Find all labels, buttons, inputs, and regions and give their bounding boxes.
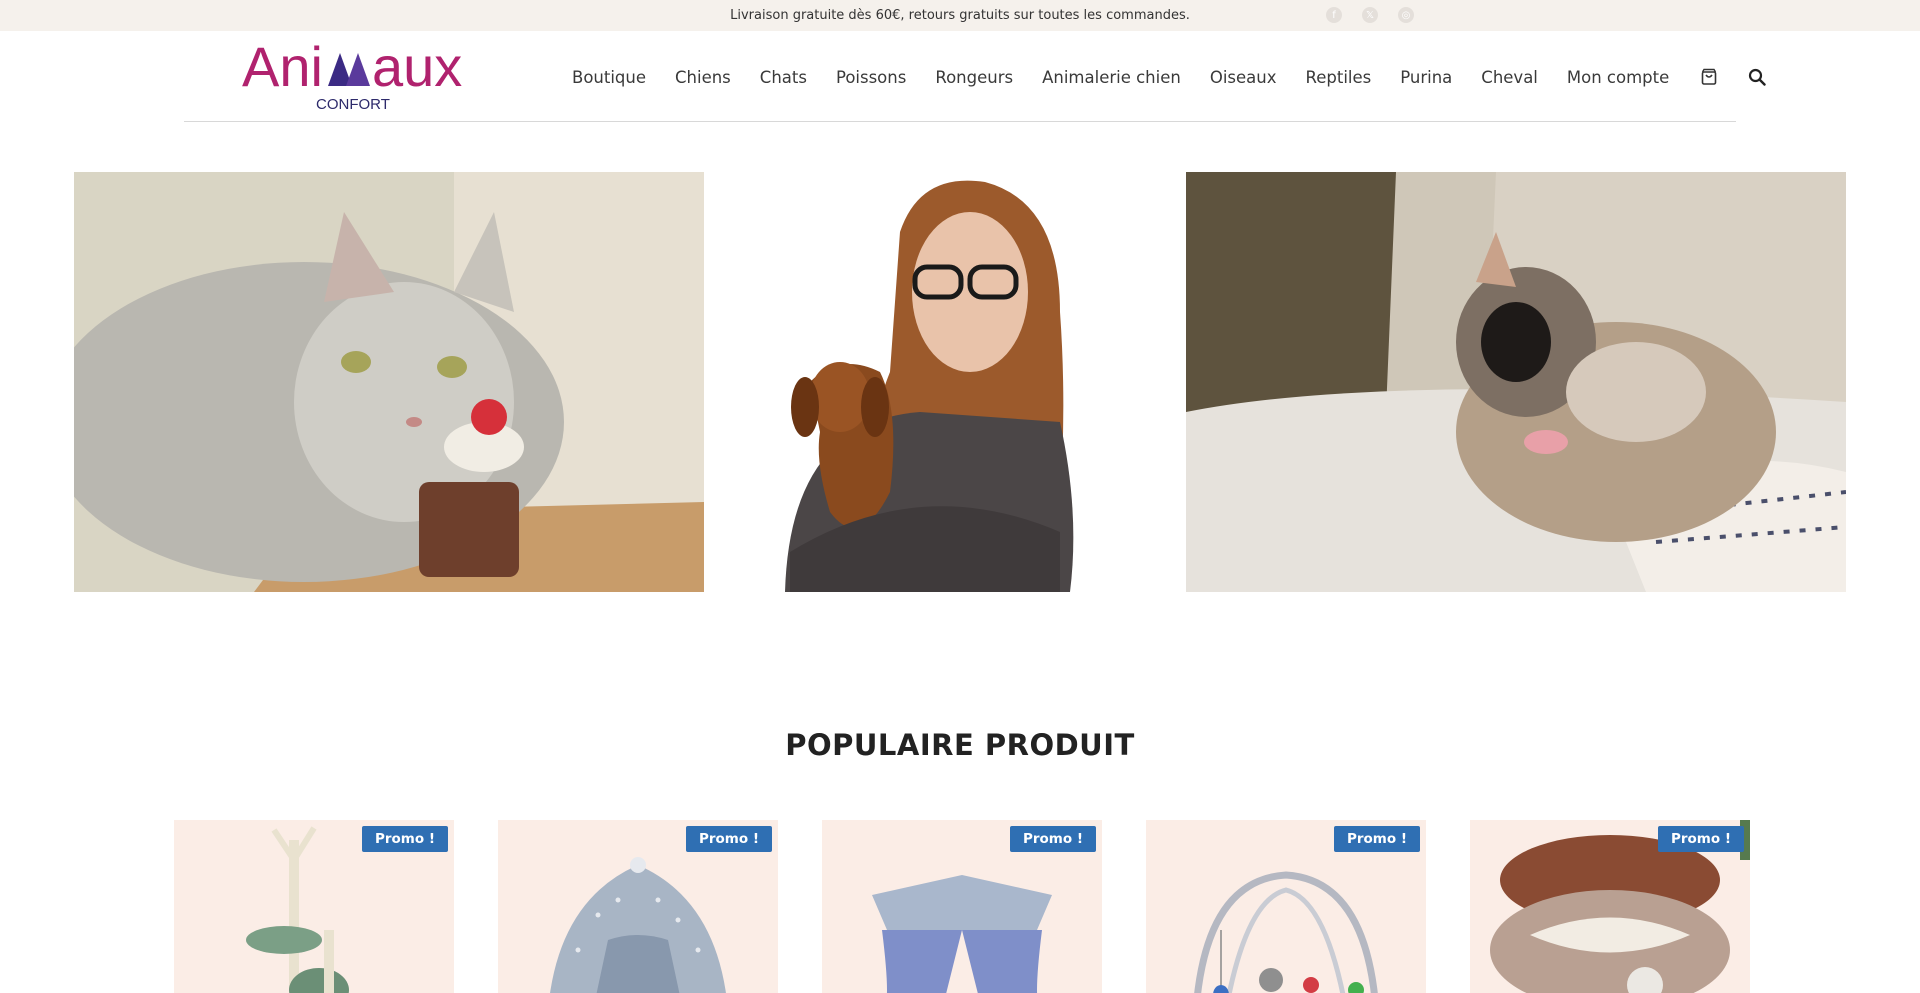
- svg-text:aux: aux: [372, 41, 462, 98]
- section-title: POPULAIRE PRODUIT: [785, 728, 1135, 762]
- nav-item-chiens[interactable]: Chiens: [675, 68, 731, 87]
- nav-item-mon-compte[interactable]: Mon compte: [1567, 68, 1669, 87]
- nav-item-rongeurs[interactable]: Rongeurs: [935, 68, 1013, 87]
- puppy-on-couch-image: [1186, 172, 1846, 592]
- nav-item-animalerie-chien[interactable]: Animalerie chien: [1042, 68, 1181, 87]
- cat-with-cake-image: [74, 172, 704, 592]
- product-card[interactable]: Promo !: [1470, 820, 1750, 993]
- promo-badge: Promo !: [1333, 826, 1420, 852]
- shopping-bag-icon[interactable]: [1698, 66, 1720, 88]
- nav-item-oiseaux[interactable]: Oiseaux: [1210, 68, 1277, 87]
- svg-text:Ani: Ani: [242, 41, 323, 98]
- product-card[interactable]: Promo !: [174, 820, 454, 993]
- promo-badge: Promo !: [1009, 826, 1096, 852]
- product-card[interactable]: Promo !: [498, 820, 778, 993]
- product-card[interactable]: Promo !: [1146, 820, 1426, 993]
- nav-item-purina[interactable]: Purina: [1400, 68, 1452, 87]
- nav-item-boutique[interactable]: Boutique: [572, 68, 646, 87]
- main-navigation: Boutique Chiens Chats Poissons Rongeurs …: [572, 66, 1794, 88]
- site-logo[interactable]: Ani aux CONFORT: [242, 35, 472, 113]
- logo-graphic: Ani aux CONFORT: [242, 35, 462, 113]
- promo-badge: Promo !: [361, 826, 448, 852]
- site-header: Ani aux CONFORT Boutique Chiens Chats Po…: [184, 31, 1766, 122]
- nav-item-poissons[interactable]: Poissons: [836, 68, 906, 87]
- promo-badge: Promo !: [685, 826, 772, 852]
- shipping-message: Livraison gratuite dès 60€, retours grat…: [730, 8, 1190, 23]
- woman-with-dachshund-image: [770, 172, 1110, 592]
- instagram-icon[interactable]: ◎: [1398, 7, 1414, 23]
- nav-item-chats[interactable]: Chats: [760, 68, 807, 87]
- search-icon[interactable]: [1746, 66, 1768, 88]
- nav-item-cheval[interactable]: Cheval: [1481, 68, 1538, 87]
- x-twitter-icon[interactable]: 𝕏: [1362, 7, 1378, 23]
- facebook-icon[interactable]: f: [1326, 7, 1342, 23]
- logo-tagline: CONFORT: [316, 96, 390, 113]
- product-card[interactable]: Promo !: [822, 820, 1102, 993]
- promo-badge: Promo !: [1657, 826, 1744, 852]
- nav-item-reptiles[interactable]: Reptiles: [1306, 68, 1372, 87]
- social-links: f 𝕏 ◎: [1326, 7, 1414, 23]
- top-announcement-bar: Livraison gratuite dès 60€, retours grat…: [0, 0, 1920, 31]
